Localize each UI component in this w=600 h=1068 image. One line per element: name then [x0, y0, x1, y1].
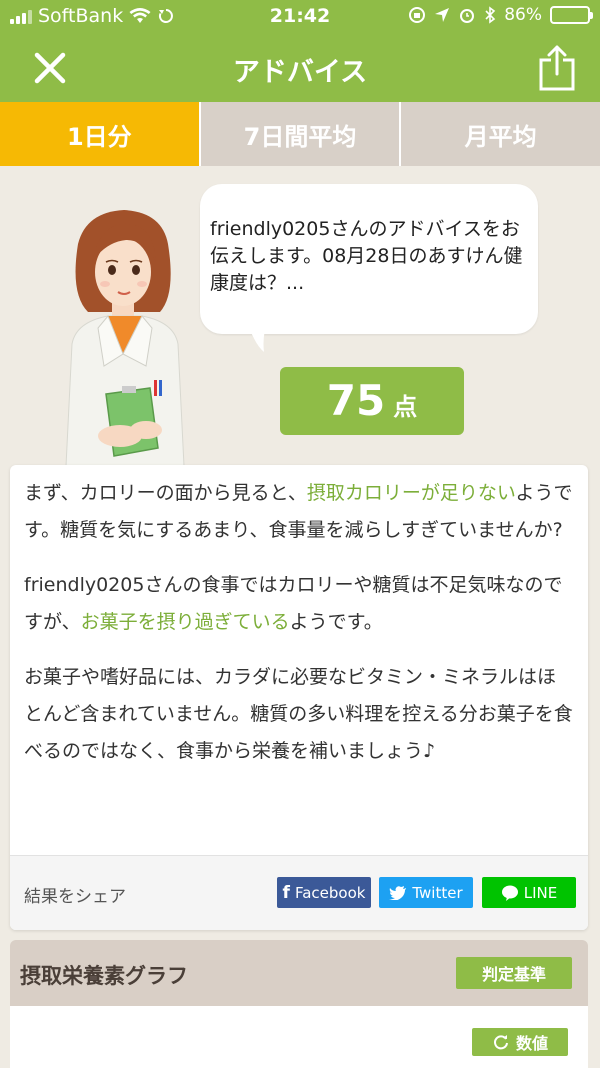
twitter-share-button[interactable]: Twitter [379, 877, 473, 908]
speech-bubble: friendly0205さんのアドバイスをお伝えします。08月28日のあすけん健… [200, 184, 538, 334]
alarm-icon [460, 9, 475, 23]
bluetooth-icon [485, 6, 496, 24]
nutritionist-illustration [65, 210, 185, 466]
advice-body: まず、カロリーの面から見ると、摂取カロリーが足りないようです。糖質を気にするあま… [10, 465, 588, 770]
share-label: 結果をシェア [24, 887, 126, 907]
speech-bubble-tail [246, 318, 268, 352]
values-toggle-button[interactable]: 数値 [472, 1028, 568, 1056]
score-value: 75 [326, 376, 386, 425]
criteria-button[interactable]: 判定基準 [456, 957, 572, 989]
health-score-badge: 75 点 [280, 367, 464, 435]
page-title: アドバイス [232, 57, 368, 88]
refresh-icon [494, 1035, 508, 1050]
advice-text: まず、カロリーの面から見ると、 [24, 482, 307, 504]
battery-icon [550, 6, 593, 24]
facebook-label: Facebook [294, 883, 366, 902]
battery-percent: 86% [504, 5, 542, 25]
twitter-label: Twitter [412, 883, 463, 902]
tab-monthly-average[interactable]: 月平均 [399, 102, 600, 166]
speech-text: friendly0205さんのアドバイスをお伝えします。08月28日のあすけん健… [210, 218, 523, 294]
advice-highlight-snacks: お菓子を摂り過ぎている [80, 611, 290, 633]
line-share-button[interactable]: LINE [482, 877, 576, 908]
nav-bar: アドバイス [0, 34, 600, 102]
orientation-lock-icon [409, 7, 426, 23]
advice-paragraph-2: friendly0205さんの食事ではカロリーや糖質は不足気味なのですが、お菓子… [24, 567, 574, 641]
tab-7day-average[interactable]: 7日間平均 [198, 102, 400, 166]
location-icon [435, 8, 450, 22]
period-tabs: 1日分 7日間平均 月平均 [0, 102, 600, 166]
status-right: 86% [408, 5, 593, 25]
facebook-icon: f [282, 882, 290, 903]
share-icon[interactable] [536, 44, 578, 92]
facebook-share-button[interactable]: f Facebook [277, 877, 371, 908]
twitter-bird-icon [389, 885, 407, 900]
advice-card: まず、カロリーの面から見ると、摂取カロリーが足りないようです。糖質を気にするあま… [10, 465, 588, 930]
score-unit: 点 [393, 393, 418, 421]
nutrient-graph-title: 摂取栄養素グラフ [20, 964, 188, 988]
line-icon [501, 885, 518, 901]
status-bar: SoftBank 21:42 86% [0, 0, 600, 34]
advice-paragraph-1: まず、カロリーの面から見ると、摂取カロリーが足りないようです。糖質を気にするあま… [24, 475, 574, 549]
advice-highlight-calorie: 摂取カロリーが足りない [306, 482, 516, 504]
advice-paragraph-3: お菓子や嗜好品には、カラダに必要なビタミン・ミネラルはほとんど含まれていません。… [24, 666, 573, 762]
nutrient-graph-card: 摂取栄養素グラフ 判定基準 数値 [10, 940, 588, 1068]
advice-text: ようです。 [289, 611, 383, 633]
line-label: LINE [523, 883, 558, 902]
values-toggle-label: 数値 [515, 1034, 548, 1053]
share-bar: 結果をシェア f Facebook Twitter LINE [10, 855, 588, 930]
tab-1day[interactable]: 1日分 [0, 102, 199, 166]
